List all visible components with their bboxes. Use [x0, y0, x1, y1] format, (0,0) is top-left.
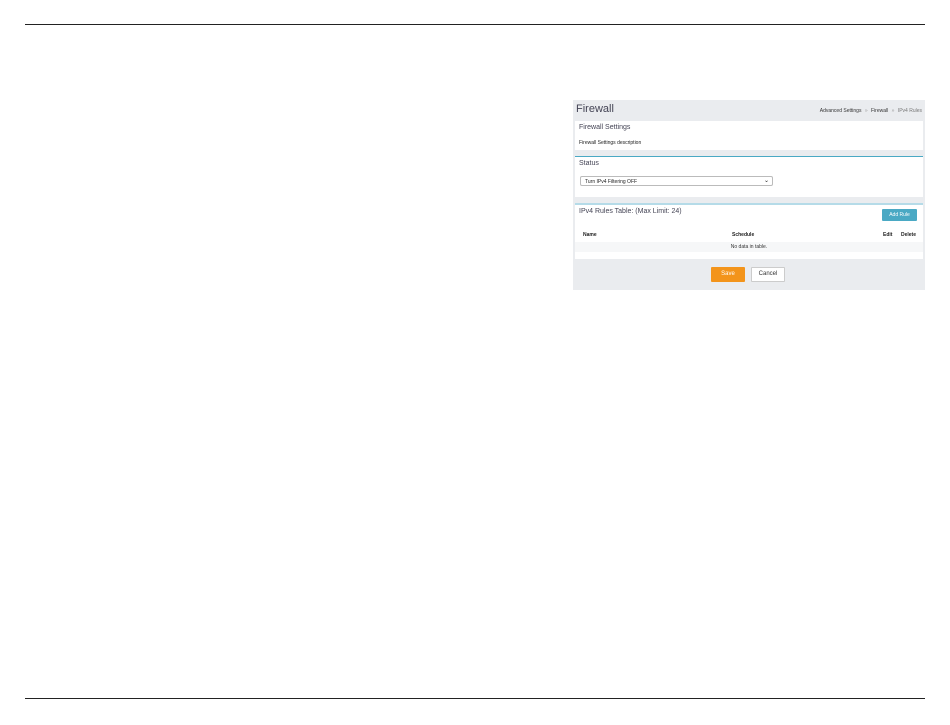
breadcrumb: Advanced Settings » Firewall » IPv4 Rule… [820, 108, 922, 114]
status-title: Status [579, 160, 599, 167]
save-button[interactable]: Save [711, 267, 745, 282]
breadcrumb-separator: » [891, 108, 895, 114]
status-select[interactable]: Turn IPv4 Filtering OFF ⌄ [580, 176, 773, 186]
bottom-divider [25, 698, 925, 699]
empty-table-message: No data in table. [730, 244, 768, 250]
column-header-delete: Delete [901, 232, 917, 238]
column-header-edit: Edit [883, 232, 893, 238]
firewall-settings-description: Firewall Settings description [579, 140, 642, 146]
column-header-name: Name [583, 232, 597, 238]
top-divider [25, 24, 925, 25]
rules-table-card: IPv4 Rules Table: (Max Limit: 24) Add Ru… [575, 203, 923, 259]
firewall-settings-card: Firewall Settings Firewall Settings desc… [575, 121, 923, 150]
chevron-down-icon: ⌄ [763, 178, 769, 184]
cancel-button[interactable]: Cancel [751, 267, 785, 282]
breadcrumb-firewall[interactable]: Firewall [871, 108, 888, 114]
panel-header: Firewall Advanced Settings » Firewall » … [573, 100, 925, 120]
firewall-panel: Firewall Advanced Settings » Firewall » … [573, 100, 925, 290]
status-select-value: Turn IPv4 Filtering OFF [585, 179, 638, 185]
firewall-settings-title: Firewall Settings [579, 124, 631, 131]
page-title: Firewall [576, 103, 614, 115]
column-header-schedule: Schedule [732, 232, 755, 238]
status-card: Status Turn IPv4 Filtering OFF ⌄ [575, 156, 923, 197]
breadcrumb-advanced-settings[interactable]: Advanced Settings [820, 108, 862, 114]
breadcrumb-separator: » [864, 108, 868, 114]
table-row: No data in table. [575, 242, 923, 252]
rules-table-title: IPv4 Rules Table: (Max Limit: 24) [579, 208, 682, 215]
breadcrumb-ipv4-rules: IPv4 Rules [897, 108, 922, 114]
add-rule-button[interactable]: Add Rule [882, 209, 917, 221]
